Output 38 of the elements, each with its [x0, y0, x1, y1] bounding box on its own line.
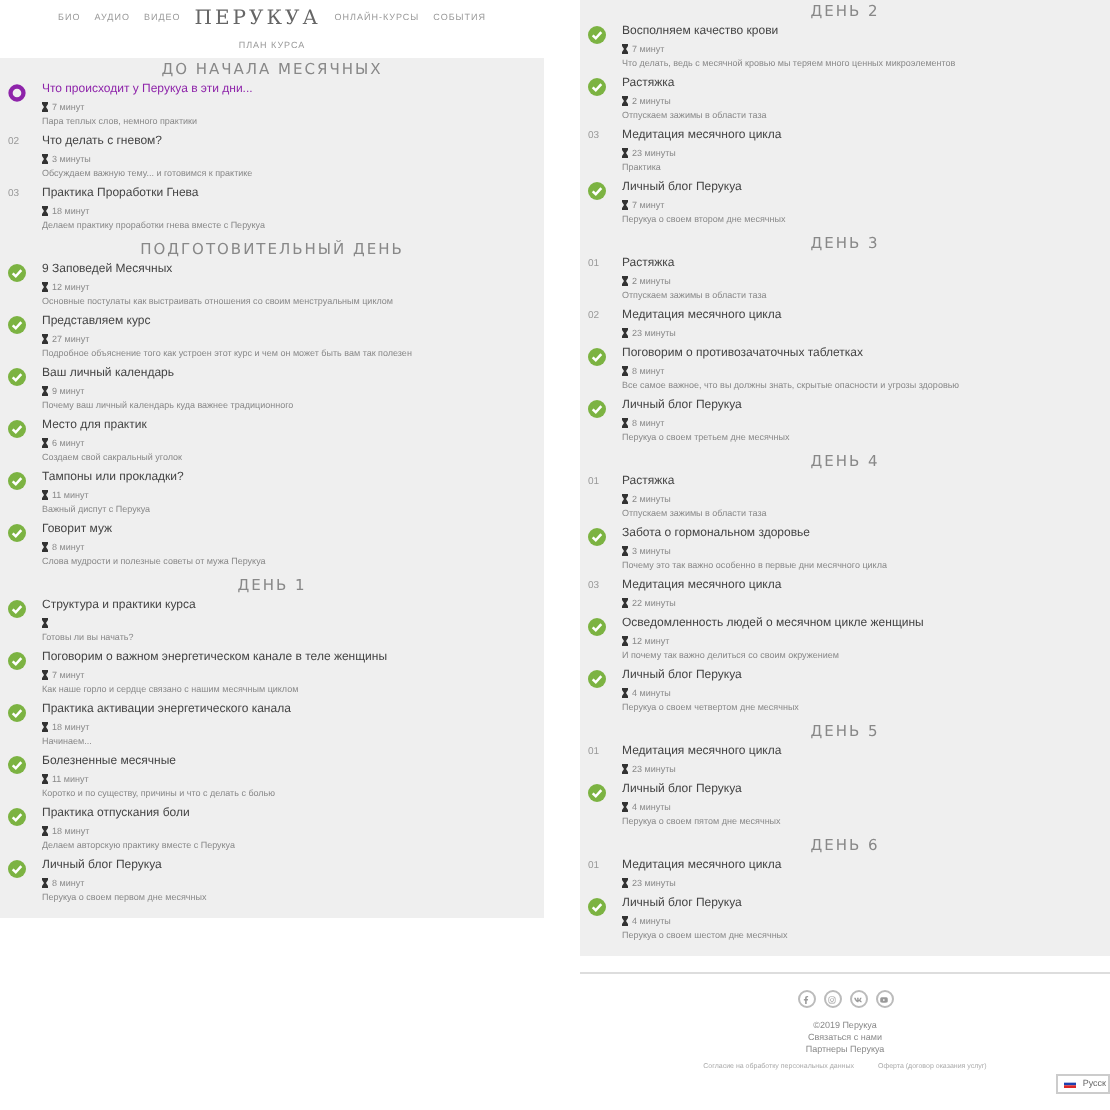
facebook-icon[interactable] [797, 990, 815, 1008]
hourglass-icon [622, 96, 628, 106]
hourglass-icon [42, 826, 48, 836]
hourglass-icon [42, 282, 48, 292]
site-logo[interactable]: ПЕРУКУА [194, 4, 321, 34]
hourglass-icon [42, 438, 48, 448]
hourglass-icon [42, 774, 48, 784]
hourglass-icon [42, 154, 48, 164]
hourglass-icon [622, 494, 628, 504]
instagram-icon[interactable] [823, 990, 841, 1008]
hourglass-icon [42, 102, 48, 112]
hourglass-icon [622, 418, 628, 428]
hourglass-icon [42, 386, 48, 396]
hourglass-icon [42, 722, 48, 732]
hourglass-icon [42, 490, 48, 500]
hourglass-icon [622, 148, 628, 158]
hourglass-icon [42, 878, 48, 888]
hourglass-icon [42, 206, 48, 216]
hourglass-icon [622, 366, 628, 376]
vk-icon[interactable] [849, 990, 867, 1008]
youtube-icon[interactable] [875, 990, 893, 1008]
hourglass-icon [622, 636, 628, 646]
hourglass-icon [42, 542, 48, 552]
hourglass-icon [622, 764, 628, 774]
hourglass-icon [42, 670, 48, 680]
hourglass-icon [622, 276, 628, 286]
hourglass-icon [622, 688, 628, 698]
hourglass-icon [622, 200, 628, 210]
hourglass-icon [622, 44, 628, 54]
hourglass-icon [622, 546, 628, 556]
hourglass-icon [622, 802, 628, 812]
hourglass-icon [622, 878, 628, 888]
hourglass-icon [622, 916, 628, 926]
flag-icon [1064, 1080, 1077, 1088]
hourglass-icon [42, 618, 48, 628]
hourglass-icon [42, 334, 48, 344]
hourglass-icon [622, 598, 628, 608]
hourglass-icon [622, 328, 628, 338]
